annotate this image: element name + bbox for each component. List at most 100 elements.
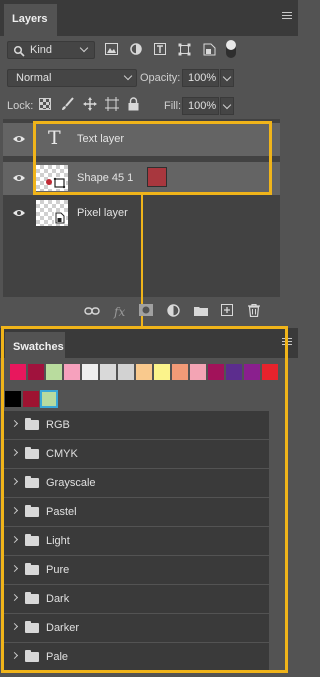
swatch[interactable] [64,364,80,380]
swatch-group-name: Pastel [46,506,77,518]
chevron-right-icon[interactable] [10,593,19,602]
chevron-right-icon[interactable] [10,535,19,544]
lock-image-pixels-brush-icon[interactable] [61,97,74,111]
swatch[interactable] [100,364,116,380]
swatch-group-name: RGB [46,419,70,431]
swatch[interactable] [46,364,62,380]
blend-mode-select[interactable]: Normal [7,69,137,87]
swatch-group-name: Pale [46,651,69,663]
folder-icon [25,592,39,604]
panel-menu-icon[interactable] [282,12,292,20]
swatch-group-name: Light [46,535,70,547]
swatch-group-row[interactable]: CMYK [3,440,269,468]
swatch[interactable] [10,364,26,380]
opacity-field[interactable]: 100% [182,69,219,87]
layer-name[interactable]: Text layer [77,133,124,145]
panel-menu-icon[interactable] [282,338,292,346]
layers-tab[interactable]: Layers [4,4,57,36]
chevron-right-icon[interactable] [10,622,19,631]
layers-panel: Layers Kind Normal Opacity: 100% Lock: F… [0,0,298,328]
swatch[interactable] [118,364,134,380]
swatch[interactable] [172,364,188,380]
layer-row-shape[interactable]: Shape 45 1 [3,162,280,195]
adjustment-layer-icon[interactable] [167,304,180,317]
swatch-group-row[interactable]: Pure [3,556,269,584]
chevron-down-icon [222,72,232,82]
swatches-tab[interactable]: Swatches [5,332,65,360]
swatch[interactable] [23,391,39,407]
swatch-group-name: CMYK [46,448,78,460]
folder-icon [25,563,39,575]
lock-all-icon[interactable] [128,97,139,111]
filter-adjustment-icon[interactable] [130,43,142,55]
swatch[interactable] [244,364,260,380]
chevron-right-icon[interactable] [10,448,19,457]
chevron-right-icon[interactable] [10,564,19,573]
swatch-group-row[interactable]: Light [3,527,269,555]
swatch[interactable] [226,364,242,380]
chevron-right-icon[interactable] [10,419,19,428]
shape-dot-icon [46,179,52,185]
folder-icon [25,418,39,430]
swatch-group-row[interactable]: RGB [3,411,269,439]
layer-name[interactable]: Pixel layer [77,207,128,219]
swatch-group-row[interactable]: Grayscale [3,469,269,497]
filter-smart-object-icon[interactable] [203,43,216,56]
pixel-layer-thumbnail [36,200,68,226]
link-layers-icon[interactable] [84,306,100,316]
swatch-group-row[interactable]: Dark [3,585,269,613]
eye-visibility-icon[interactable] [13,135,25,143]
lock-transparent-pixels-icon[interactable] [39,98,51,110]
filter-pixel-icon[interactable] [105,43,118,55]
filter-toggle-switch[interactable] [226,40,236,58]
filter-shape-icon[interactable] [178,43,191,56]
swatch[interactable] [154,364,170,380]
layers-tabbar: Layers [0,0,298,36]
swatches-panel: Swatches RGB CMYK Grayscale Pastel Light… [0,328,298,677]
swatch[interactable] [190,364,206,380]
search-icon [13,45,25,57]
swatch[interactable] [82,364,98,380]
shape-fill-color-swatch[interactable] [147,167,167,187]
fill-field[interactable]: 100% [182,97,219,115]
chevron-right-icon[interactable] [10,651,19,660]
swatch-group-name: Pure [46,564,70,576]
swatch-group-row[interactable]: Pastel [3,498,269,526]
swatch[interactable] [262,364,278,380]
swatch[interactable] [28,364,44,380]
layer-row-text[interactable]: T Text layer [3,123,280,156]
swatch-group-name: Dark [46,593,70,605]
trash-delete-icon[interactable] [248,304,260,317]
swatch[interactable] [136,364,152,380]
swatch[interactable] [208,364,224,380]
lock-position-move-icon[interactable] [83,97,97,111]
add-mask-icon[interactable] [139,304,153,316]
filter-type-icon[interactable] [154,43,166,55]
fill-label: Fill: [164,100,182,112]
lock-artboard-icon[interactable] [105,97,119,111]
new-group-folder-icon[interactable] [194,306,208,316]
folder-icon [25,534,39,546]
layers-footer-toolbar: fx [0,302,298,324]
fx-icon[interactable]: fx [114,305,125,319]
swatch-group-name: Grayscale [46,477,96,489]
swatch-group-row[interactable]: Pale [3,643,269,671]
eye-visibility-icon[interactable] [13,174,25,182]
swatch[interactable] [5,391,21,407]
opacity-dropdown[interactable] [220,69,234,87]
chevron-down-icon [123,71,133,81]
swatch-group-row[interactable]: Darker [3,614,269,642]
new-layer-icon[interactable] [221,304,233,316]
shape-layer-thumbnail [36,165,68,191]
chevron-right-icon[interactable] [10,506,19,515]
swatch-selected[interactable] [40,390,58,408]
layer-name[interactable]: Shape 45 1 [77,172,133,184]
folder-icon [25,650,39,662]
shape-layer-badge-icon [52,177,66,189]
eye-visibility-icon[interactable] [13,209,25,217]
blend-mode-value: Normal [16,72,52,84]
chevron-right-icon[interactable] [10,477,19,486]
filter-kind-select[interactable]: Kind [7,41,95,59]
fill-dropdown[interactable] [220,97,234,115]
chevron-down-icon [79,43,89,53]
